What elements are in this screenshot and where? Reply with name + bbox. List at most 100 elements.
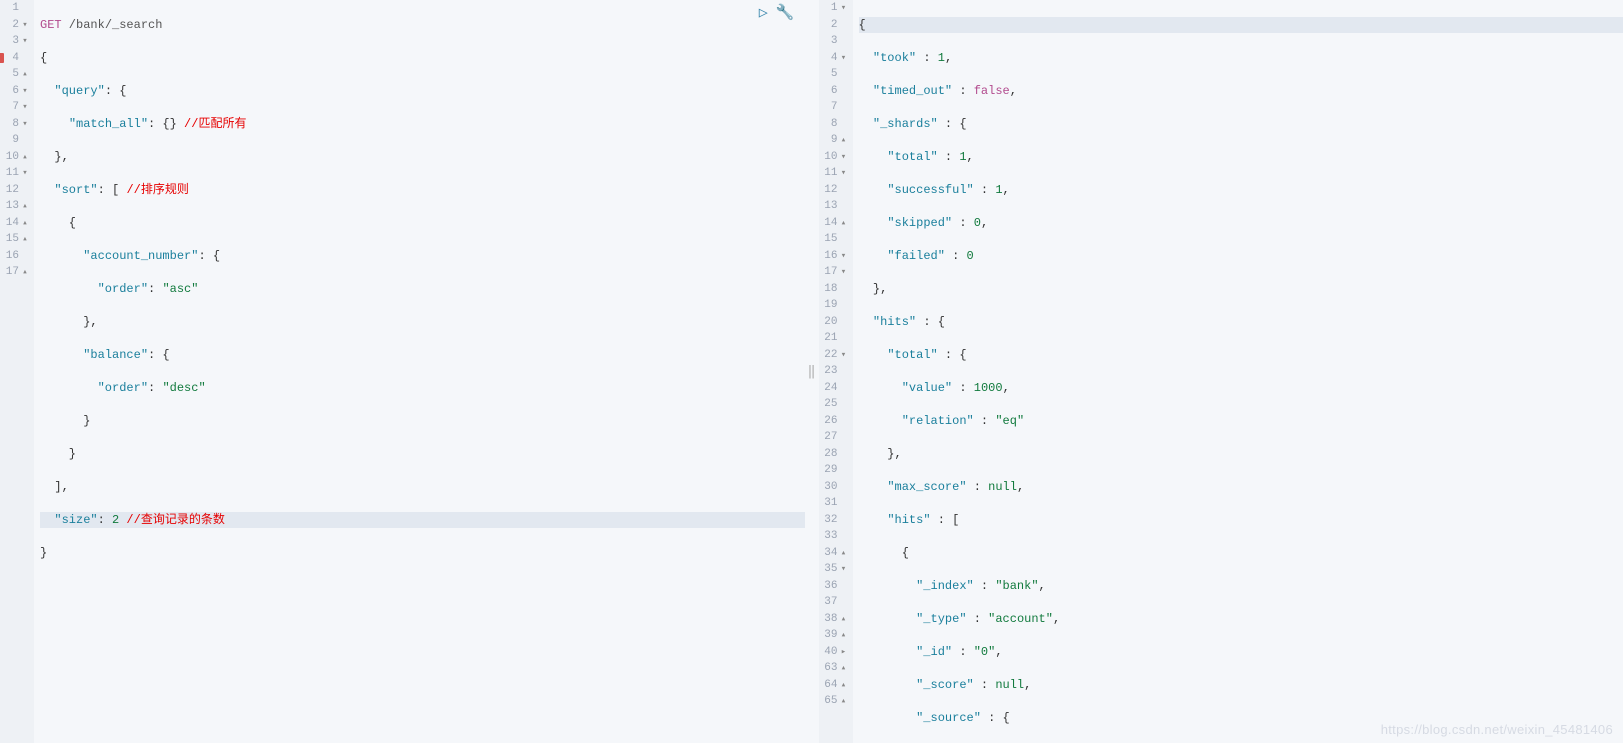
request-editor-pane[interactable]: 12▾3▾45▴6▾7▾8▾910▴11▾1213▴14▴15▴1617▴ GE… xyxy=(0,0,805,743)
gutter-line: 11▾ xyxy=(0,165,29,182)
gutter-line: 29 xyxy=(819,462,848,479)
gutter-line: 16▾ xyxy=(819,248,848,265)
gutter-line: 22▾ xyxy=(819,347,848,364)
gutter-line: 5 xyxy=(819,66,848,83)
fold-toggle-icon[interactable]: ▴ xyxy=(21,149,29,166)
gutter-line: 27 xyxy=(819,429,848,446)
request-path: /bank/_search xyxy=(62,18,163,32)
fold-toggle-icon[interactable]: ▴ xyxy=(840,660,848,677)
gutter-line: 9▴ xyxy=(819,132,848,149)
gutter-line: 64▴ xyxy=(819,677,848,694)
fold-toggle-icon[interactable]: ▴ xyxy=(21,264,29,281)
left-gutter: 12▾3▾45▴6▾7▾8▾910▴11▾1213▴14▴15▴1617▴ xyxy=(0,0,34,743)
response-pane[interactable]: 1▾234▾56789▴10▾11▾121314▴1516▾17▾1819202… xyxy=(819,0,1623,743)
gutter-line: 2 xyxy=(819,17,848,34)
gutter-line: 2▾ xyxy=(0,17,29,34)
gutter-line: 15▴ xyxy=(0,231,29,248)
gutter-line: 19 xyxy=(819,297,848,314)
fold-toggle-icon[interactable]: ▾ xyxy=(21,17,29,34)
fold-toggle-icon[interactable]: ▾ xyxy=(840,149,848,166)
gutter-line: 7▾ xyxy=(0,99,29,116)
gutter-line: 17▴ xyxy=(0,264,29,281)
fold-toggle-icon[interactable]: ▾ xyxy=(21,33,29,50)
gutter-line: 11▾ xyxy=(819,165,848,182)
run-icon[interactable]: ▷ xyxy=(759,3,768,22)
gutter-line: 36 xyxy=(819,578,848,595)
gutter-line: 3▾ xyxy=(0,33,29,50)
gutter-line: 13 xyxy=(819,198,848,215)
fold-toggle-icon[interactable]: ▾ xyxy=(840,561,848,578)
gutter-line: 4▾ xyxy=(819,50,848,67)
pane-divider[interactable]: ‖ xyxy=(805,0,819,743)
gutter-line: 17▾ xyxy=(819,264,848,281)
gutter-line: 18 xyxy=(819,281,848,298)
gutter-line: 9 xyxy=(0,132,29,149)
fold-toggle-icon[interactable]: ▴ xyxy=(21,66,29,83)
gutter-line: 10▾ xyxy=(819,149,848,166)
fold-toggle-icon[interactable]: ▴ xyxy=(21,231,29,248)
gutter-line: 35▾ xyxy=(819,561,848,578)
fold-toggle-icon[interactable]: ▾ xyxy=(21,116,29,133)
fold-toggle-icon[interactable]: ▾ xyxy=(840,50,848,67)
http-method: GET xyxy=(40,18,62,32)
request-code[interactable]: GET /bank/_search { "query": { "match_al… xyxy=(34,0,805,743)
fold-toggle-icon[interactable]: ▴ xyxy=(840,627,848,644)
fold-toggle-icon[interactable]: ▴ xyxy=(21,198,29,215)
gutter-line: 21 xyxy=(819,330,848,347)
gutter-line: 30 xyxy=(819,479,848,496)
gutter-line: 16 xyxy=(0,248,29,265)
gutter-line: 40▸ xyxy=(819,644,848,661)
fold-toggle-icon[interactable]: ▴ xyxy=(840,693,848,710)
fold-toggle-icon[interactable]: ▾ xyxy=(21,99,29,116)
fold-toggle-icon[interactable]: ▾ xyxy=(840,165,848,182)
gutter-line: 26 xyxy=(819,413,848,430)
fold-toggle-icon[interactable]: ▾ xyxy=(840,0,848,17)
right-gutter: 1▾234▾56789▴10▾11▾121314▴1516▾17▾1819202… xyxy=(819,0,853,743)
gutter-line: 4 xyxy=(0,50,29,67)
gutter-line: 8▾ xyxy=(0,116,29,133)
gutter-line: 3 xyxy=(819,33,848,50)
gutter-line: 14▴ xyxy=(819,215,848,232)
gutter-line: 39▴ xyxy=(819,627,848,644)
gutter-line: 8 xyxy=(819,116,848,133)
gutter-line: 32 xyxy=(819,512,848,529)
gutter-line: 31 xyxy=(819,495,848,512)
gutter-line: 15 xyxy=(819,231,848,248)
fold-toggle-icon[interactable]: ▾ xyxy=(840,248,848,265)
gutter-line: 10▴ xyxy=(0,149,29,166)
gutter-line: 25 xyxy=(819,396,848,413)
fold-toggle-icon[interactable]: ▴ xyxy=(840,215,848,232)
fold-toggle-icon[interactable]: ▸ xyxy=(840,644,848,661)
drag-handle-icon: ‖ xyxy=(808,364,816,379)
gutter-line: 33 xyxy=(819,528,848,545)
wrench-icon[interactable]: 🔧 xyxy=(776,3,795,22)
editor-actions: ▷ 🔧 xyxy=(759,3,795,22)
fold-toggle-icon[interactable]: ▴ xyxy=(21,215,29,232)
code-line: { xyxy=(40,50,805,67)
gutter-line: 65▴ xyxy=(819,693,848,710)
gutter-line: 38▴ xyxy=(819,611,848,628)
gutter-line: 5▴ xyxy=(0,66,29,83)
gutter-line: 13▴ xyxy=(0,198,29,215)
gutter-line: 6 xyxy=(819,83,848,100)
response-code[interactable]: { "took" : 1, "timed_out" : false, "_sha… xyxy=(853,0,1623,743)
fold-toggle-icon[interactable]: ▾ xyxy=(21,165,29,182)
fold-toggle-icon[interactable]: ▾ xyxy=(840,347,848,364)
gutter-line: 6▾ xyxy=(0,83,29,100)
gutter-line: 63▴ xyxy=(819,660,848,677)
gutter-line: 12 xyxy=(819,182,848,199)
gutter-line: 37 xyxy=(819,594,848,611)
gutter-line: 34▴ xyxy=(819,545,848,562)
fold-toggle-icon[interactable]: ▾ xyxy=(840,264,848,281)
fold-toggle-icon[interactable]: ▴ xyxy=(840,545,848,562)
fold-toggle-icon[interactable]: ▾ xyxy=(21,83,29,100)
fold-toggle-icon[interactable]: ▴ xyxy=(840,132,848,149)
gutter-line: 28 xyxy=(819,446,848,463)
gutter-line: 24 xyxy=(819,380,848,397)
gutter-line: 14▴ xyxy=(0,215,29,232)
fold-toggle-icon[interactable]: ▴ xyxy=(840,677,848,694)
gutter-line: 1 xyxy=(0,0,29,17)
gutter-line: 7 xyxy=(819,99,848,116)
fold-toggle-icon[interactable]: ▴ xyxy=(840,611,848,628)
gutter-line: 1▾ xyxy=(819,0,848,17)
